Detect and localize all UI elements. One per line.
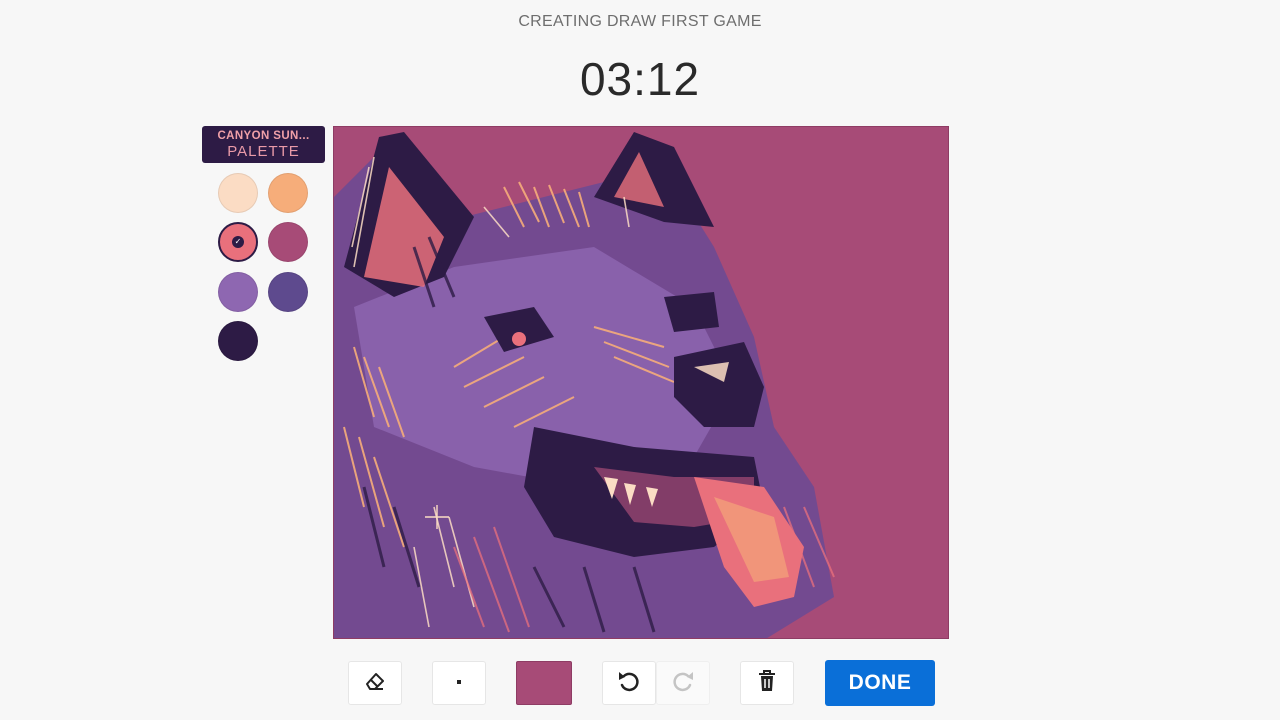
palette-name: CANYON SUN... <box>217 130 310 142</box>
done-button[interactable]: DONE <box>825 660 935 706</box>
undo-button[interactable] <box>602 661 656 705</box>
color-swatch-dark-plum[interactable] <box>218 321 258 361</box>
color-swatch-magenta[interactable] <box>268 222 308 262</box>
selected-check-icon: ✓ <box>232 236 244 248</box>
game-status-title: CREATING DRAW FIRST GAME <box>518 13 762 30</box>
color-swatch-peach[interactable] <box>268 173 308 213</box>
eraser-button[interactable] <box>348 661 402 705</box>
countdown-timer: 03:12 <box>579 53 701 105</box>
brush-size-icon <box>454 674 464 692</box>
clear-canvas-button[interactable] <box>740 661 794 705</box>
current-color-button[interactable] <box>516 661 572 705</box>
color-swatch-purple[interactable] <box>268 272 308 312</box>
redo-button[interactable] <box>656 661 710 705</box>
brush-size-button[interactable] <box>432 661 486 705</box>
color-swatch-coral[interactable]: ✓ <box>218 222 258 262</box>
eraser-icon <box>363 669 387 698</box>
drawing-canvas[interactable] <box>333 126 949 639</box>
undo-icon <box>616 668 642 699</box>
palette-label: PALETTE <box>227 143 300 160</box>
color-swatch-lavender[interactable] <box>218 272 258 312</box>
palette-selector[interactable]: CANYON SUN... PALETTE <box>202 126 325 163</box>
dog-drawing <box>334 127 948 638</box>
trash-icon <box>756 669 778 698</box>
color-swatch-cream[interactable] <box>218 173 258 213</box>
redo-icon <box>670 668 696 699</box>
